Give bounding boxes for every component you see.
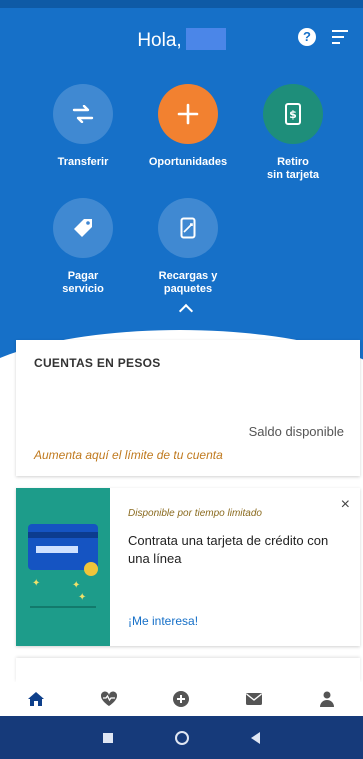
profile-icon [319, 691, 334, 707]
action-label: Retiro sin tarjeta [267, 156, 319, 181]
sparkle-icon: ✦ [72, 580, 81, 591]
medal-icon [84, 562, 98, 576]
user-name-redacted [185, 28, 226, 50]
bottom-navigation [0, 682, 363, 716]
plus-circle-icon [173, 691, 190, 707]
phone-recharge-icon [158, 198, 218, 258]
help-icon[interactable]: ? [298, 28, 316, 46]
heart-pulse-icon [100, 691, 117, 706]
nav-profile[interactable] [302, 686, 352, 712]
action-label: Recargas y paquetes [158, 270, 218, 295]
greeting-text: Hola, [137, 30, 182, 51]
recents-icon[interactable] [103, 732, 113, 743]
system-navigation-bar [0, 716, 363, 759]
plus-icon [158, 84, 218, 144]
menu-icon[interactable] [332, 30, 348, 44]
home-icon [28, 692, 45, 706]
mail-icon [246, 693, 263, 705]
status-bar [0, 0, 363, 8]
banking-home-screen: Hola, ? Transferir Oportunidades $ Retir… [0, 0, 363, 759]
cash-withdrawal-icon: $ [263, 84, 323, 144]
interest-link[interactable]: ¡Me interesa! [128, 614, 198, 628]
nav-home[interactable] [11, 686, 61, 712]
action-recargas-paquetes[interactable]: Recargas y paquetes [138, 198, 238, 296]
sparkle-icon: ✦ [78, 592, 87, 603]
credit-card-offer[interactable]: ✦ ✦ ✦ Disponible por tiempo limitado Con… [16, 488, 360, 646]
nav-health[interactable] [84, 686, 134, 712]
action-label: Pagar servicio [62, 270, 104, 295]
nav-add[interactable] [156, 686, 206, 712]
offer-headline: Contrata una tarjeta de crédito con una … [128, 533, 329, 566]
next-card-peek [16, 658, 360, 682]
close-icon[interactable]: × [341, 496, 350, 514]
tag-icon [53, 198, 113, 258]
action-transferir[interactable]: Transferir [33, 84, 133, 169]
action-pagar-servicio[interactable]: Pagar servicio [33, 198, 133, 296]
balance-label: Saldo disponible [248, 424, 344, 439]
limited-time-badge: Disponible por tiempo limitado [128, 508, 262, 519]
action-oportunidades[interactable]: Oportunidades [138, 84, 238, 169]
back-icon[interactable] [251, 731, 260, 744]
accounts-card[interactable]: CUENTAS EN PESOS Saldo disponible Aument… [16, 340, 360, 476]
home-button-icon[interactable] [175, 730, 189, 745]
nav-messages[interactable] [229, 686, 279, 712]
transfer-arrows-icon [53, 84, 113, 144]
increase-limit-link[interactable]: Aumenta aquí el límite de tu cuenta [34, 448, 223, 462]
svg-text:$: $ [289, 108, 297, 121]
illustration-base-line [30, 606, 96, 608]
credit-card-illustration: ✦ ✦ ✦ [16, 488, 110, 646]
action-label: Oportunidades [148, 156, 228, 168]
accounts-title: CUENTAS EN PESOS [34, 356, 161, 370]
action-label: Transferir [57, 156, 109, 168]
sparkle-icon: ✦ [32, 578, 41, 589]
action-retiro-sin-tarjeta[interactable]: $ Retiro sin tarjeta [243, 84, 343, 182]
